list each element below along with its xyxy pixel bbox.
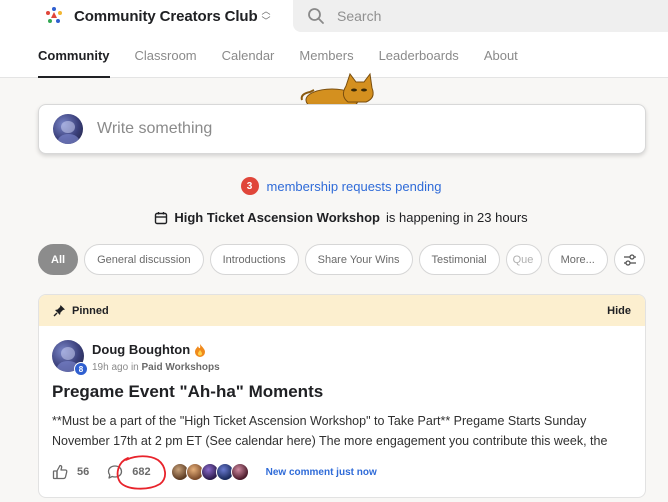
composer-placeholder[interactable]: Write something [97, 120, 212, 138]
author-avatar-wrap[interactable]: 8 [52, 340, 88, 376]
sliders-icon [623, 253, 636, 266]
post-in-label: in [130, 362, 139, 373]
post-composer[interactable]: Write something [38, 104, 646, 154]
hide-button[interactable]: Hide [607, 305, 631, 317]
tab-about[interactable]: About [484, 45, 518, 78]
red-circle-annotation [116, 455, 166, 490]
author-info: Doug Boughton 19h ago in Paid Workshops [92, 340, 220, 373]
like-count: 56 [77, 466, 90, 478]
filter-chip-all[interactable]: All [38, 244, 79, 275]
tab-community[interactable]: Community [38, 45, 110, 78]
pinned-label-group: Pinned [53, 304, 109, 317]
event-timing: is happening in 23 hours [385, 210, 528, 225]
filter-chip-general-discussion[interactable]: General discussion [84, 244, 204, 275]
filter-chip-testimonial[interactable]: Testimonial [418, 244, 500, 275]
pinned-banner: Pinned Hide [39, 295, 645, 326]
like-button[interactable]: 56 [52, 464, 89, 480]
filter-chip-introductions[interactable]: Introductions [209, 244, 299, 275]
recent-commenters[interactable] [170, 463, 249, 481]
search-input[interactable]: Search [337, 8, 381, 24]
search-bar[interactable]: Search [293, 0, 668, 32]
membership-requests-notice[interactable]: 3 membership requests pending [0, 177, 668, 195]
main-nav-tabs: Community Classroom Calendar Members Lea… [38, 45, 543, 78]
community-name: Community Creators Club [74, 7, 258, 25]
new-comment-indicator[interactable]: New comment just now [266, 467, 377, 478]
author-name-row: Doug Boughton [92, 342, 220, 357]
event-name[interactable]: High Ticket Ascension Workshop [174, 210, 380, 225]
tab-leaderboards[interactable]: Leaderboards [379, 45, 459, 78]
post-meta: 19h ago in Paid Workshops [92, 362, 220, 373]
thumbs-up-icon [52, 464, 68, 480]
pin-icon [53, 305, 65, 317]
post-category[interactable]: Paid Workshops [142, 362, 220, 373]
category-filter-chips: All General discussion Introductions Sha… [38, 244, 608, 275]
post-author: 8 Doug Boughton 19h ago in Paid Workshop… [52, 340, 220, 376]
user-avatar [53, 114, 83, 144]
pending-requests-link[interactable]: membership requests pending [267, 179, 442, 194]
top-header: Community Creators Club ︿ ﹀ Search Commun… [0, 0, 668, 78]
filter-settings-button[interactable] [614, 244, 645, 275]
author-name[interactable]: Doug Boughton [92, 342, 190, 357]
community-switcher-chevron-icon[interactable]: ︿ ﹀ [258, 5, 274, 27]
post-title[interactable]: Pregame Event "Ah-ha" Moments [52, 382, 323, 402]
upcoming-event-notice[interactable]: High Ticket Ascension Workshop is happen… [0, 210, 668, 225]
commenter-avatar [230, 463, 249, 481]
filter-chip-share-your-wins[interactable]: Share Your Wins [304, 244, 413, 275]
fire-icon [195, 343, 206, 357]
search-icon [308, 8, 324, 24]
community-brand[interactable]: Community Creators Club [44, 3, 258, 29]
tab-calendar[interactable]: Calendar [222, 45, 275, 78]
filter-chip-truncated[interactable]: Que [505, 244, 542, 275]
community-logo-icon [46, 7, 62, 23]
calendar-icon [155, 211, 168, 224]
tab-classroom[interactable]: Classroom [135, 45, 197, 78]
post-actions: 56 682 New comment just now [52, 461, 377, 483]
pending-count-badge: 3 [240, 177, 259, 195]
author-level-badge: 8 [74, 362, 88, 376]
post-body[interactable]: **Must be a part of the "High Ticket Asc… [52, 412, 632, 451]
pinned-label: Pinned [72, 304, 109, 317]
post-time: 19h ago [92, 362, 129, 373]
filter-chip-more[interactable]: More... [547, 244, 608, 275]
